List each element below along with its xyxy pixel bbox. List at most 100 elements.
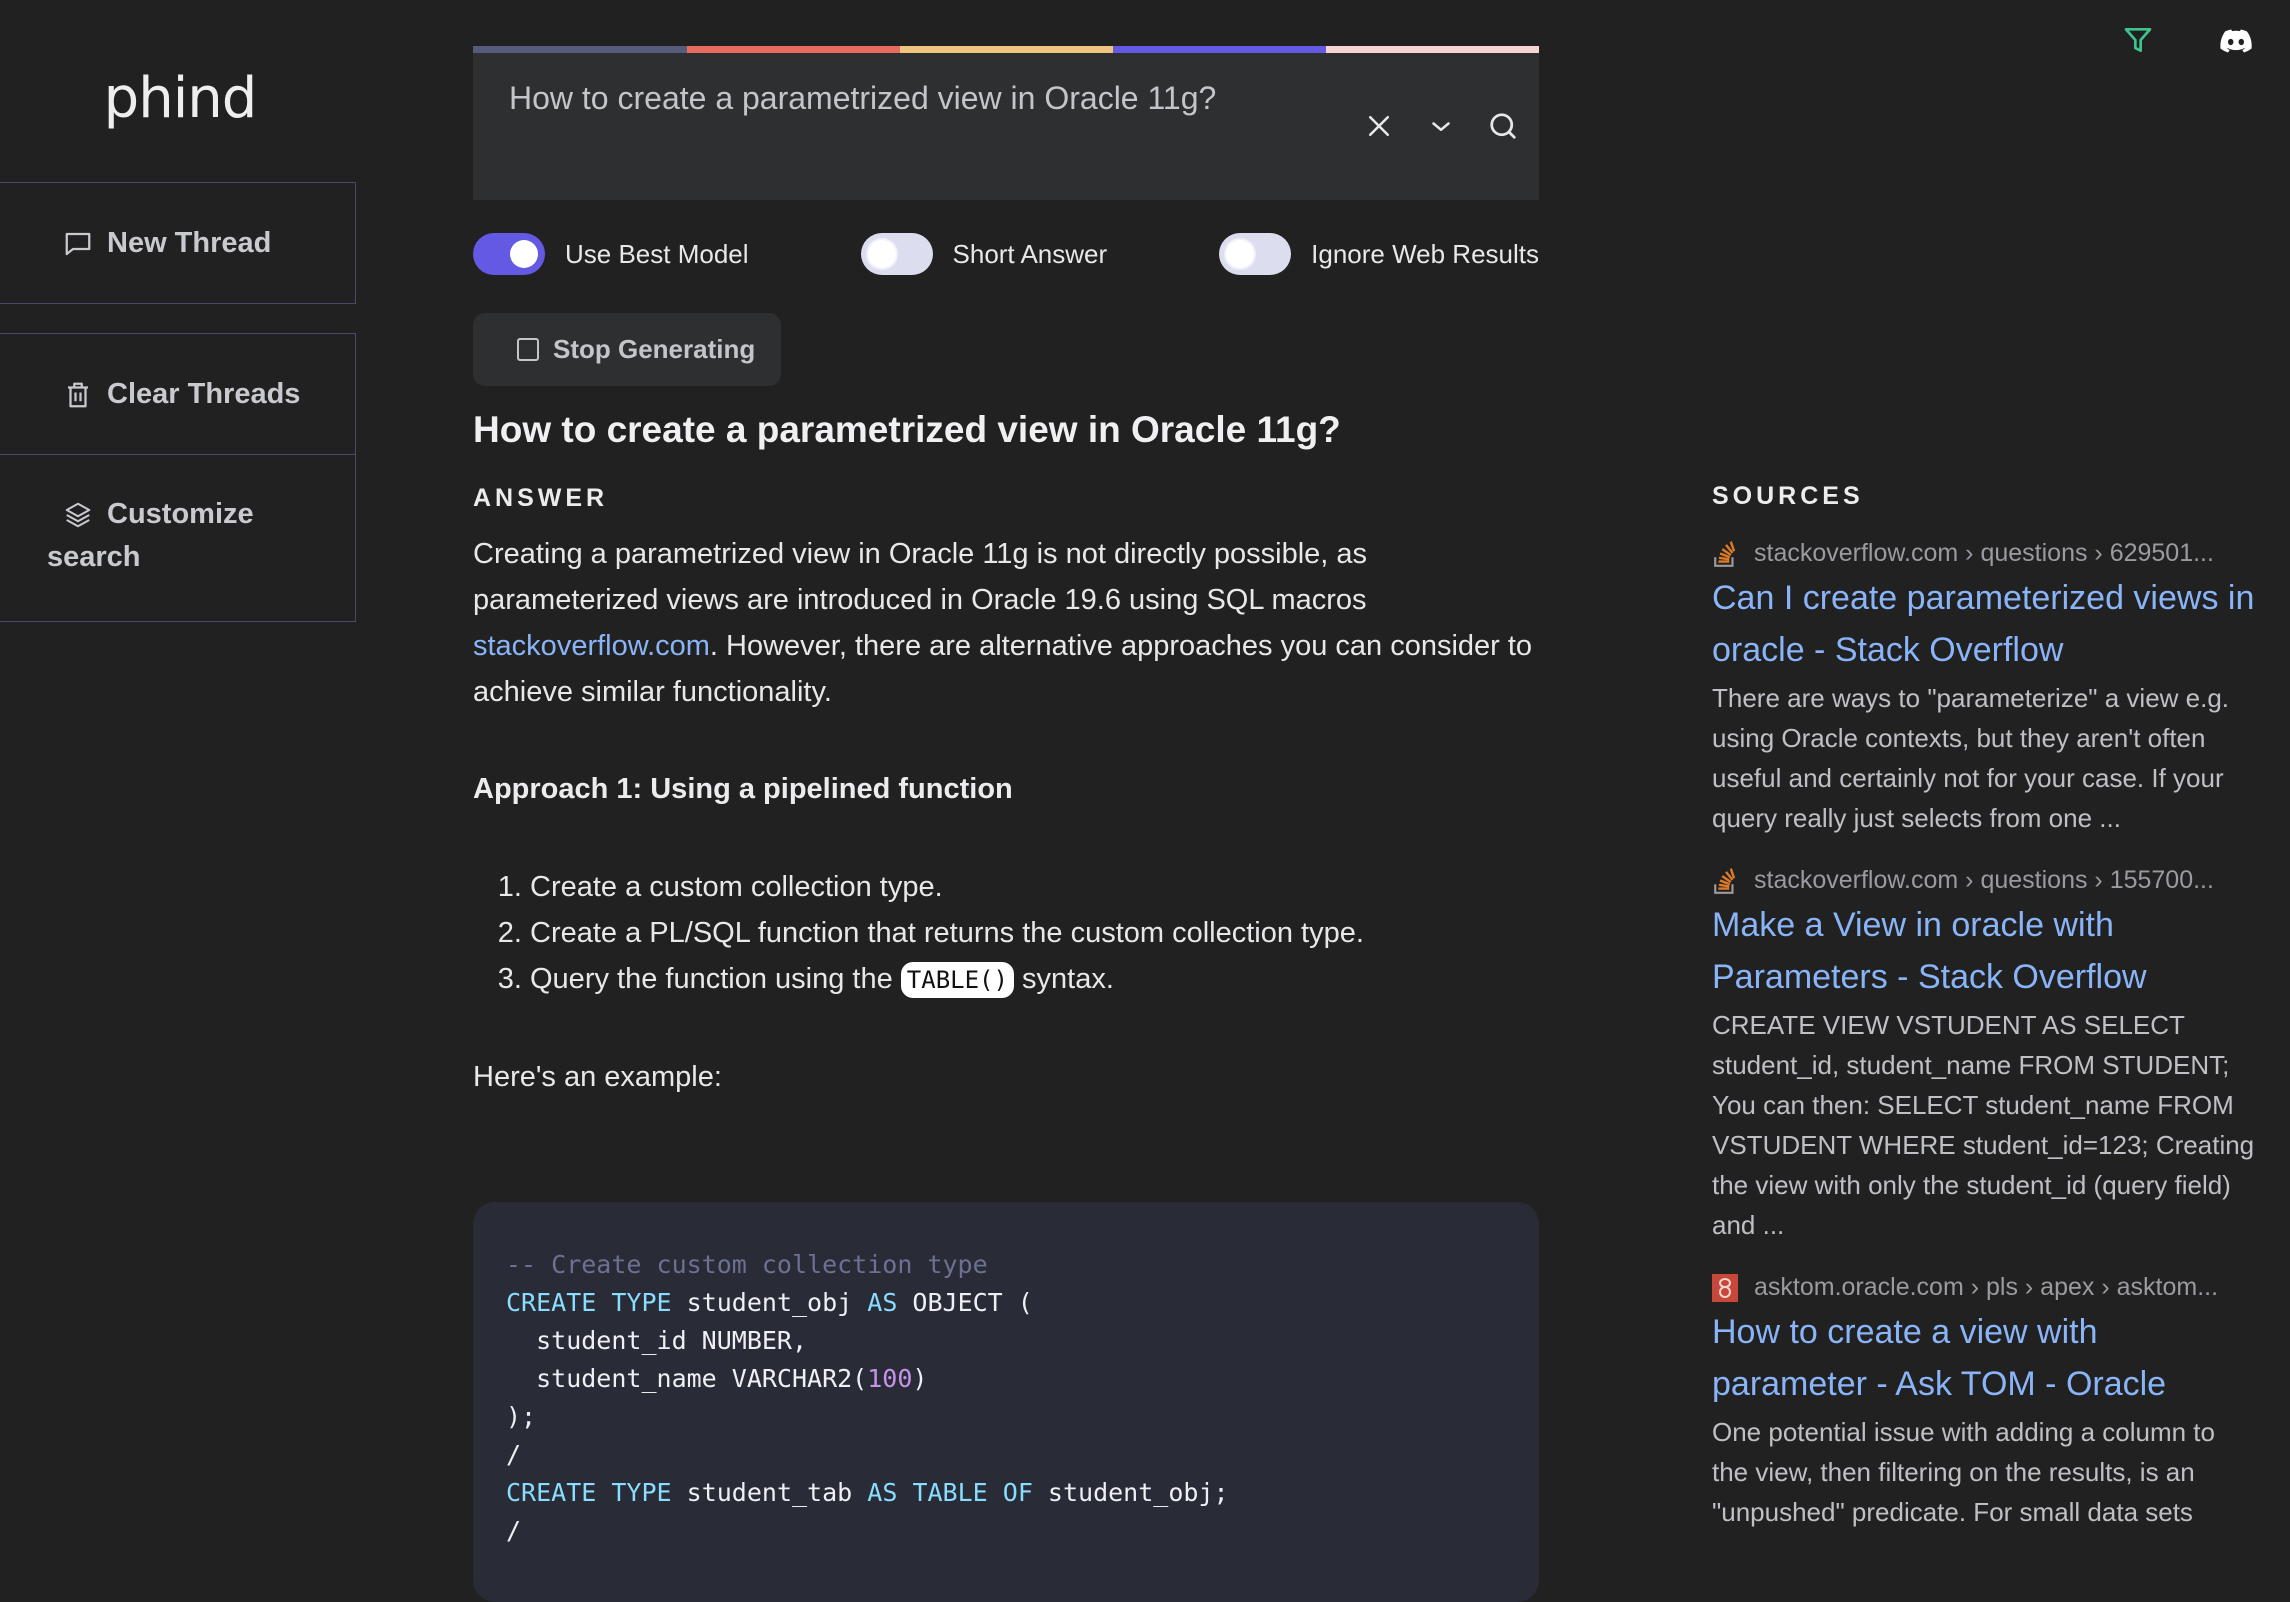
code-text: /	[506, 1516, 522, 1545]
toggle-switch[interactable]	[1219, 233, 1292, 275]
code-text: /	[506, 1440, 522, 1469]
source-item[interactable]: stackoverflow.com › questions › 629501..…	[1712, 539, 2257, 838]
source-url[interactable]: stackoverflow.com › questions › 155700..…	[1712, 866, 2257, 895]
list-item: Create a PL/SQL function that returns th…	[530, 910, 1539, 956]
phind-logo[interactable]: phind	[0, 66, 360, 131]
code-text: student_name VARCHAR2(	[506, 1364, 868, 1393]
code-text: )	[912, 1364, 928, 1393]
code-line: /	[506, 1512, 1506, 1550]
toggle-label: Short Answer	[952, 238, 1108, 269]
source-url-text: stackoverflow.com › questions › 155700..…	[1754, 866, 2214, 894]
code-text: student_tab	[671, 1478, 868, 1507]
code-text: student_obj	[671, 1288, 868, 1317]
source-item[interactable]: asktom.oracle.com › pls › apex › asktom.…	[1712, 1273, 2257, 1532]
customize-label-wrap: search	[47, 541, 141, 573]
source-snippet: There are ways to "parameterize" a view …	[1712, 683, 2230, 833]
list-item: Query the function using the TABLE() syn…	[530, 956, 1539, 1003]
code-keyword: CREATE	[506, 1478, 597, 1507]
close-icon[interactable]	[1361, 108, 1397, 144]
code-line: );	[506, 1398, 1506, 1436]
source-url[interactable]: asktom.oracle.com › pls › apex › asktom.…	[1712, 1273, 2257, 1302]
code-line: student_id NUMBER,	[506, 1322, 1506, 1360]
layers-icon	[63, 500, 93, 530]
citation-link[interactable]: stackoverflow.com	[473, 630, 710, 662]
step-text: syntax.	[1013, 963, 1114, 995]
code-text: OBJECT (	[897, 1288, 1033, 1317]
code-block[interactable]: -- Create custom collection type CREATE T…	[473, 1202, 1539, 1602]
source-title-link[interactable]: Make a View in oracle with Parameters - …	[1712, 899, 2257, 1003]
sources-heading: SOURCES	[1712, 482, 1864, 510]
code-line: CREATE TYPE student_obj AS OBJECT (	[506, 1284, 1506, 1322]
steps-list: Create a custom collection type. Create …	[473, 864, 1539, 1003]
source-url[interactable]: stackoverflow.com › questions › 629501..…	[1712, 539, 2257, 568]
answer-label: ANSWER	[473, 484, 609, 512]
chat-bubble-icon	[63, 229, 93, 259]
new-thread-label: New Thread	[107, 227, 272, 259]
source-url-text: stackoverflow.com › questions › 629501..…	[1754, 539, 2214, 567]
source-snippet: One potential issue with adding a column…	[1712, 1417, 2215, 1527]
step-text: Query the function using the	[530, 963, 901, 995]
discord-icon[interactable]	[2216, 22, 2256, 58]
stackoverflow-icon	[1712, 540, 1738, 568]
code-keyword: CREATE	[506, 1288, 597, 1317]
new-thread-button[interactable]: New Thread	[0, 182, 356, 304]
source-url-text: asktom.oracle.com › pls › apex › asktom.…	[1754, 1273, 2219, 1301]
stop-generating-button[interactable]: Stop Generating	[473, 313, 781, 386]
code-text: student_obj;	[1032, 1478, 1229, 1507]
toggle-switch[interactable]	[860, 233, 933, 275]
top-right-icons	[2118, 22, 2256, 58]
progress-bar-segment	[900, 46, 1113, 53]
stackoverflow-icon	[1712, 867, 1738, 895]
code-text: );	[506, 1402, 537, 1431]
code-line: CREATE TYPE student_tab AS TABLE OF stud…	[506, 1474, 1506, 1512]
progress-bar-segment	[473, 46, 687, 53]
search-icon[interactable]	[1485, 108, 1521, 144]
code-keyword: OF	[1002, 1478, 1033, 1507]
code-keyword: TYPE	[611, 1478, 672, 1507]
stop-generating-label: Stop Generating	[553, 334, 756, 364]
trash-icon	[63, 380, 93, 410]
code-line: student_name VARCHAR2(100)	[506, 1360, 1506, 1398]
oracle-asktom-icon	[1712, 1273, 1738, 1302]
toggle-use-best-model[interactable]: Use Best Model	[473, 233, 749, 275]
answer-intro: Creating a parametrized view in Oracle 1…	[473, 531, 1539, 715]
progress-bar-segment	[1113, 46, 1326, 53]
toggle-ignore-web-results[interactable]: Ignore Web Results	[1219, 233, 1539, 275]
customize-label: Customize	[107, 498, 254, 530]
code-keyword: TYPE	[611, 1288, 672, 1317]
search-input[interactable]: How to create a parametrized view in Ora…	[509, 80, 1216, 117]
answer-panel: How to create a parametrized view in Ora…	[473, 404, 1539, 1094]
code-keyword: AS	[867, 1478, 898, 1507]
code-line: /	[506, 1436, 1506, 1474]
clear-threads-label: Clear Threads	[107, 378, 301, 410]
code-line: -- Create custom collection type	[506, 1246, 1506, 1284]
clear-threads-button[interactable]: Clear Threads	[0, 333, 356, 455]
progress-bar-segment	[1326, 46, 1539, 53]
progress-bar-segment	[687, 46, 900, 53]
source-title-link[interactable]: How to create a view with parameter - As…	[1712, 1306, 2257, 1410]
list-item: Create a custom collection type.	[530, 864, 1539, 910]
example-label: Here's an example:	[473, 1061, 722, 1093]
customize-search-button[interactable]: Customize search	[0, 454, 356, 622]
code-comment: -- Create custom collection type	[506, 1250, 988, 1279]
intro-text: Creating a parametrized view in Oracle 1…	[473, 538, 1368, 616]
code-keyword: TABLE	[912, 1478, 988, 1507]
source-snippet: CREATE VIEW VSTUDENT AS SELECT student_i…	[1712, 1010, 2255, 1240]
toggle-switch[interactable]	[473, 233, 545, 275]
search-box[interactable]: How to create a parametrized view in Ora…	[473, 46, 1539, 200]
inline-code: TABLE()	[900, 962, 1014, 998]
toggle-label: Ignore Web Results	[1311, 238, 1539, 269]
stop-icon	[517, 338, 539, 361]
toggle-label: Use Best Model	[565, 238, 749, 269]
toggle-short-answer[interactable]: Short Answer	[860, 233, 1108, 275]
code-keyword: AS	[867, 1288, 898, 1317]
sources-panel: SOURCES stackoverflow.com › questions › …	[1712, 482, 2257, 1532]
chevron-down-icon[interactable]	[1423, 108, 1459, 144]
source-item[interactable]: stackoverflow.com › questions › 155700..…	[1712, 866, 2257, 1245]
search-options: Use Best Model Short Answer Ignore Web R…	[473, 233, 1539, 275]
source-title-link[interactable]: Can I create parameterized views in orac…	[1712, 572, 2257, 676]
filter-icon[interactable]	[2118, 22, 2158, 58]
